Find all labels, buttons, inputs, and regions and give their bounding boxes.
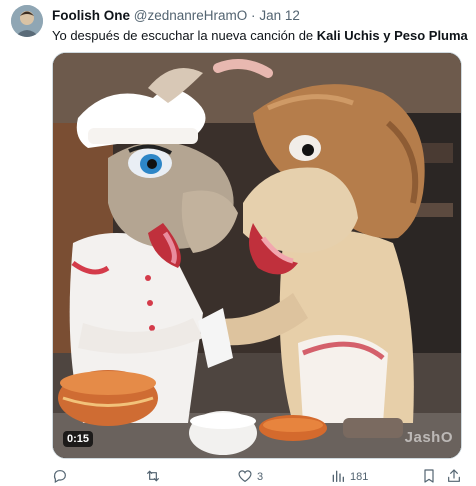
tweet-header: Foolish One @zednanreHramO · Jan 12 xyxy=(52,8,300,24)
bookmark-icon xyxy=(421,468,437,486)
avatar[interactable] xyxy=(11,5,43,37)
tweet-date[interactable]: Jan 12 xyxy=(259,8,300,23)
views-count: 181 xyxy=(350,471,369,483)
reply-icon xyxy=(52,468,68,486)
views-icon xyxy=(330,468,346,486)
reply-button[interactable] xyxy=(52,468,72,486)
tweet-text-bold: Kali Uchis y Peso Pluma xyxy=(316,28,468,43)
tweet: Foolish One @zednanreHramO · Jan 12 Yo d… xyxy=(0,0,476,486)
tweet-text: Yo después de escuchar la nueva canción … xyxy=(52,28,468,44)
like-icon xyxy=(237,468,253,486)
video-frame xyxy=(53,53,461,458)
tweet-actions: 3 181 xyxy=(52,468,464,486)
views-button[interactable]: 181 xyxy=(330,468,368,486)
video-duration: 0:15 xyxy=(63,431,94,447)
share-button[interactable] xyxy=(446,468,462,486)
video-player[interactable]: 0:15 JashO xyxy=(52,52,462,459)
bookmark-button[interactable] xyxy=(421,468,437,486)
like-button[interactable]: 3 xyxy=(237,468,263,486)
user-handle[interactable]: @zednanreHramO xyxy=(134,8,248,23)
retweet-button[interactable] xyxy=(145,468,165,486)
tweet-text-prefix: Yo después de escuchar la nueva canción … xyxy=(52,28,317,43)
share-icon xyxy=(446,468,462,486)
video-watermark: JashO xyxy=(404,429,453,446)
display-name[interactable]: Foolish One xyxy=(52,8,130,23)
like-count: 3 xyxy=(257,471,264,483)
separator-dot: · xyxy=(251,8,256,23)
retweet-icon xyxy=(145,468,161,486)
